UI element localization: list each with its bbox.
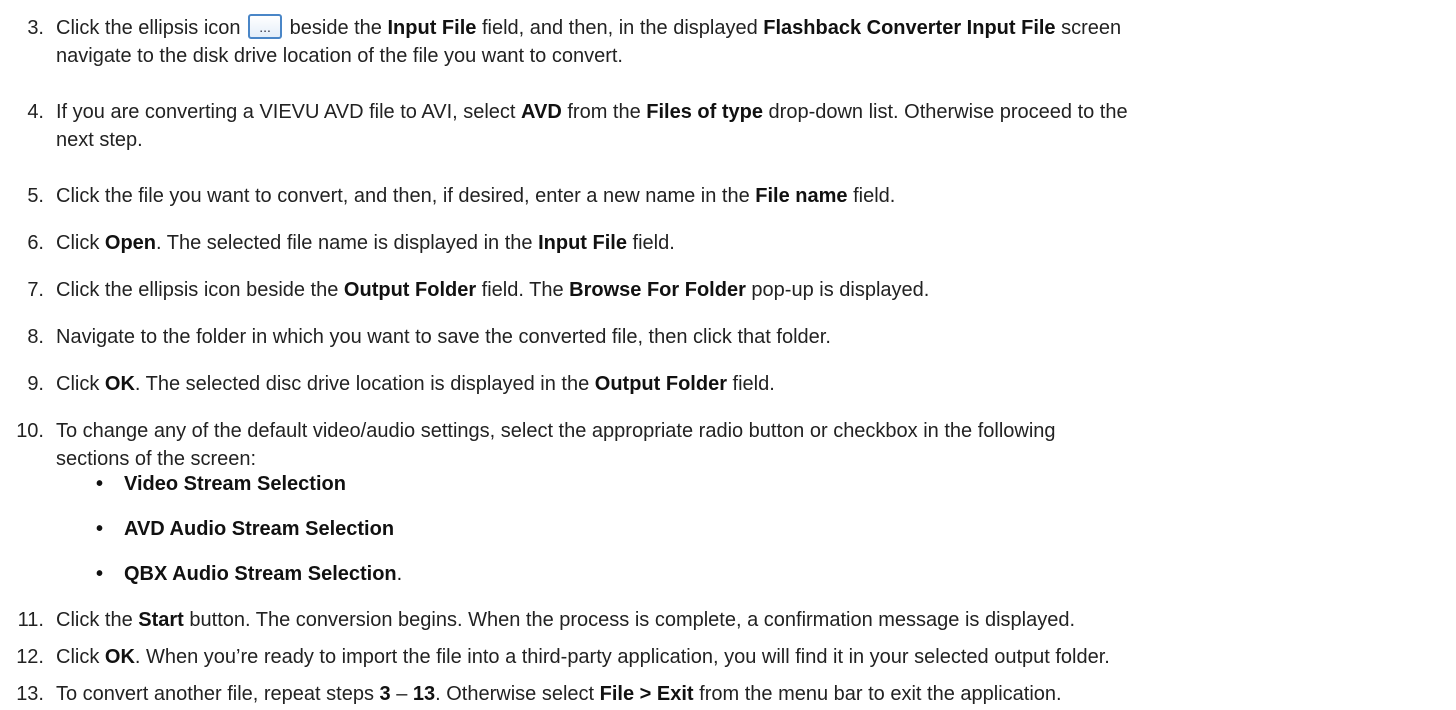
bullet-dot: • xyxy=(96,563,104,585)
step-number: 8. xyxy=(27,326,44,348)
step-text: Click the Start button. The conversion b… xyxy=(56,609,1076,631)
step-number: 10. xyxy=(16,420,44,442)
step-text: Click OK. When you’re ready to import th… xyxy=(56,646,1110,668)
step-text: Click the ellipsis icon beside the Outpu… xyxy=(56,279,930,301)
document-page: 3. Click the ellipsis icon ... beside th… xyxy=(0,0,1456,710)
step-text: If you are converting a VIEVU AVD file t… xyxy=(56,101,1128,151)
step-text: Click Open. The selected file name is di… xyxy=(56,232,675,254)
screen-name: Flashback Converter Input File xyxy=(763,17,1056,39)
step-number: 5. xyxy=(27,185,44,207)
step-number: 7. xyxy=(27,279,44,301)
step-number: 13. xyxy=(16,683,44,705)
step-number: 4. xyxy=(27,101,44,123)
step-text: Click the ellipsis icon ... beside the I… xyxy=(56,14,1446,70)
step-number: 6. xyxy=(27,232,44,254)
step-number: 9. xyxy=(27,373,44,395)
step-number: 11. xyxy=(17,609,44,631)
bullet-dot: • xyxy=(96,473,104,495)
step-text: To convert another file, repeat steps 3 … xyxy=(56,683,1062,705)
step-text: Navigate to the folder in which you want… xyxy=(56,326,831,348)
bullet-dot: • xyxy=(96,518,104,540)
field-name: Input File xyxy=(387,17,477,39)
step-text: To change any of the default video/audio… xyxy=(56,420,1056,470)
step-number: 3. xyxy=(27,17,44,39)
step-text: Click OK. The selected disc drive locati… xyxy=(56,373,775,395)
step-text: Click the file you want to convert, and … xyxy=(56,185,896,207)
ellipsis-icon: ... xyxy=(248,14,283,39)
step-number: 12. xyxy=(16,646,44,668)
